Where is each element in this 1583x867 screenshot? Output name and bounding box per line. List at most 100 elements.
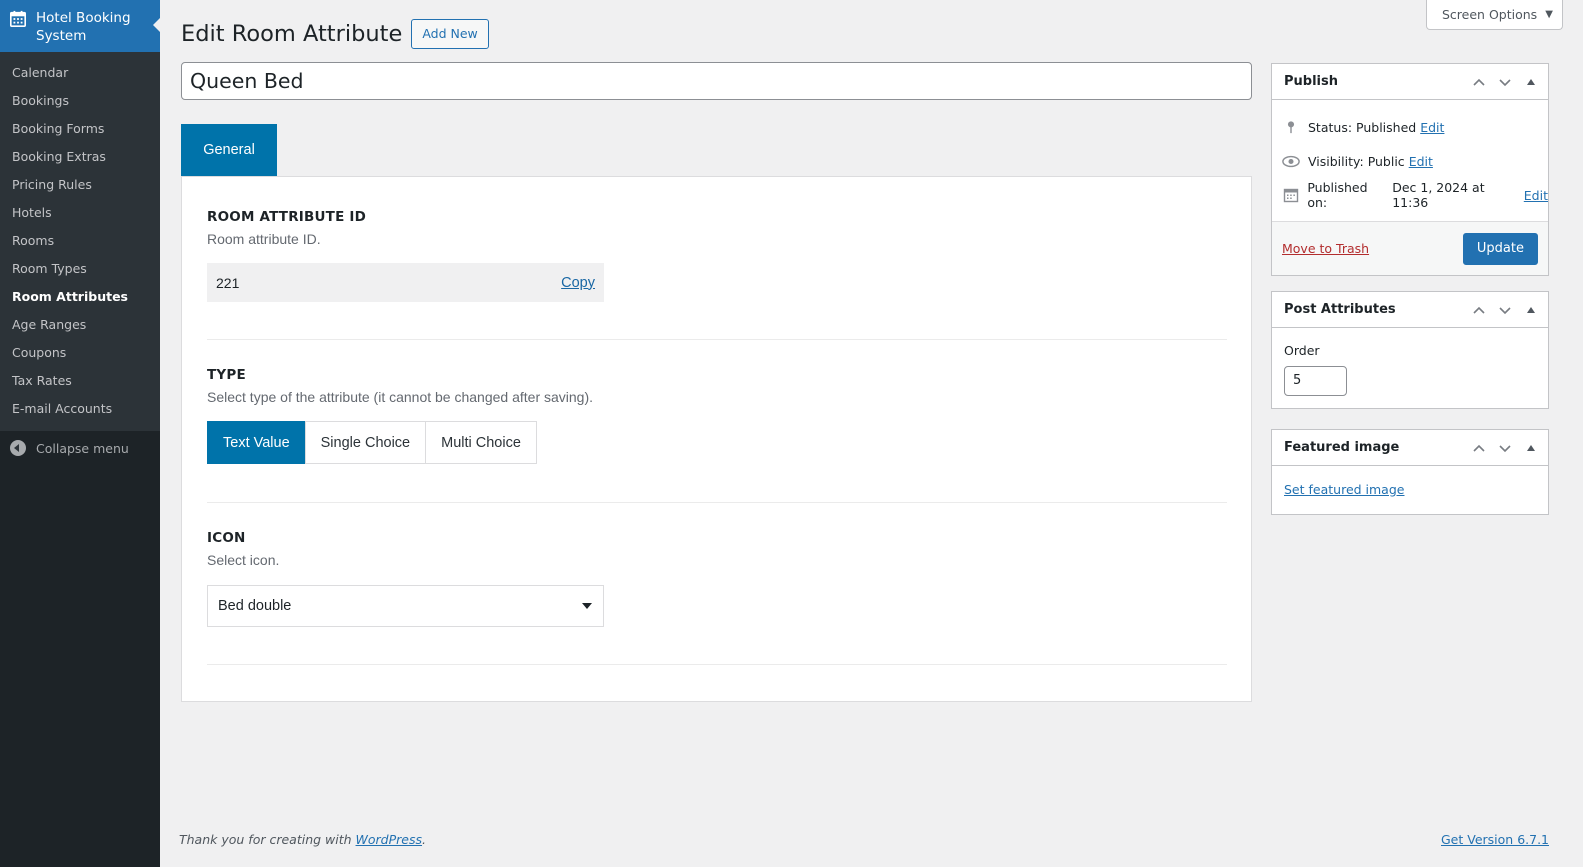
type-option-multi-choice[interactable]: Multi Choice bbox=[425, 421, 537, 464]
box-controls bbox=[1466, 430, 1544, 466]
submenu: Calendar Bookings Booking Forms Booking … bbox=[0, 52, 160, 431]
published-on-row: Published on: Dec 1, 2024 at 11:36 Edit bbox=[1272, 178, 1548, 212]
visibility-label: Visibility: bbox=[1308, 153, 1364, 169]
status-row: Status: Published Edit bbox=[1272, 110, 1548, 144]
submenu-item-pricing-rules[interactable]: Pricing Rules bbox=[0, 171, 160, 199]
status-value: Published bbox=[1356, 119, 1417, 135]
post-title-input[interactable]: Queen Bed bbox=[181, 62, 1252, 100]
edit-date-link[interactable]: Edit bbox=[1524, 188, 1548, 203]
admin-sidebar: Hotel Booking System Calendar Bookings B… bbox=[0, 0, 161, 867]
dropdown-caret-icon bbox=[582, 603, 592, 609]
field-label: ROOM ATTRIBUTE ID bbox=[207, 209, 367, 225]
divider bbox=[207, 339, 1227, 340]
type-option-single-choice[interactable]: Single Choice bbox=[304, 421, 427, 464]
field-label: ICON bbox=[207, 530, 246, 546]
featured-image-box: Featured image Set featured image bbox=[1271, 429, 1549, 515]
menu-item-hotel-booking[interactable]: Hotel Booking System bbox=[0, 0, 161, 52]
submenu-item-email-accounts[interactable]: E-mail Accounts bbox=[0, 395, 160, 423]
divider bbox=[207, 502, 1227, 503]
divider bbox=[207, 664, 1227, 665]
footer-thanks-text: Thank you for creating with bbox=[179, 832, 352, 847]
field-label: TYPE bbox=[207, 367, 246, 383]
submenu-item-calendar[interactable]: Calendar bbox=[0, 59, 160, 87]
footer-period: . bbox=[422, 832, 426, 847]
field-icon: ICON Select icon. Bed double bbox=[207, 530, 1227, 627]
edit-visibility-link[interactable]: Edit bbox=[1409, 154, 1433, 169]
set-featured-image-link[interactable]: Set featured image bbox=[1272, 466, 1548, 514]
submenu-item-tax-rates[interactable]: Tax Rates bbox=[0, 367, 160, 395]
edit-status-link[interactable]: Edit bbox=[1420, 120, 1444, 135]
footer-thanks: Thank you for creating with WordPress. bbox=[179, 832, 426, 847]
field-description: Room attribute ID. bbox=[207, 231, 321, 247]
status-label: Status: bbox=[1308, 119, 1353, 135]
type-option-text-value[interactable]: Text Value bbox=[207, 421, 306, 464]
post-attributes-box: Post Attributes Order 5 bbox=[1271, 291, 1549, 409]
visibility-row: Visibility: Public Edit bbox=[1272, 144, 1548, 178]
post-attributes-title: Post Attributes bbox=[1284, 302, 1396, 317]
post-attributes-header: Post Attributes bbox=[1272, 292, 1548, 328]
box-controls bbox=[1466, 292, 1544, 328]
publish-actions: Move to Trash Update bbox=[1272, 221, 1548, 275]
chevron-up-icon[interactable] bbox=[1466, 430, 1492, 466]
screen-options-button[interactable]: Screen Options ▼ bbox=[1426, 0, 1563, 30]
publish-box: Publish Status: Published Edit Visibilit… bbox=[1271, 63, 1549, 276]
order-label: Order bbox=[1284, 343, 1320, 358]
submenu-item-coupons[interactable]: Coupons bbox=[0, 339, 160, 367]
update-button[interactable]: Update bbox=[1462, 232, 1538, 265]
submenu-item-booking-forms[interactable]: Booking Forms bbox=[0, 115, 160, 143]
add-new-button[interactable]: Add New bbox=[411, 19, 489, 49]
move-to-trash-link[interactable]: Move to Trash bbox=[1282, 241, 1369, 256]
featured-image-header: Featured image bbox=[1272, 430, 1548, 466]
page-title: Edit Room Attribute bbox=[181, 21, 403, 47]
toggle-arrow-icon[interactable] bbox=[1518, 292, 1544, 328]
type-selector: Text Value Single Choice Multi Choice bbox=[207, 421, 537, 464]
visibility-value: Public bbox=[1367, 153, 1405, 169]
submenu-item-room-types[interactable]: Room Types bbox=[0, 255, 160, 283]
eye-icon bbox=[1282, 152, 1300, 170]
field-description: Select icon. bbox=[207, 552, 280, 568]
icon-select-value: Bed double bbox=[218, 598, 292, 614]
id-display: 221 Copy bbox=[207, 263, 604, 302]
icon-select[interactable]: Bed double bbox=[207, 585, 604, 627]
collapse-menu-label: Collapse menu bbox=[36, 440, 129, 456]
collapse-arrow-icon bbox=[10, 440, 26, 456]
publish-box-body: Status: Published Edit Visibility: Publi… bbox=[1272, 100, 1548, 275]
publish-box-header: Publish bbox=[1272, 64, 1548, 100]
toggle-arrow-icon[interactable] bbox=[1518, 430, 1544, 466]
featured-image-title: Featured image bbox=[1284, 440, 1400, 455]
get-version-link[interactable]: Get Version 6.7.1 bbox=[1441, 832, 1549, 847]
box-controls bbox=[1466, 64, 1544, 100]
field-room-attribute-id: ROOM ATTRIBUTE ID Room attribute ID. 221… bbox=[207, 209, 1227, 302]
chevron-up-icon[interactable] bbox=[1466, 292, 1492, 328]
submenu-item-age-ranges[interactable]: Age Ranges bbox=[0, 311, 160, 339]
id-value: 221 bbox=[216, 274, 240, 291]
submenu-item-room-attributes[interactable]: Room Attributes bbox=[0, 283, 160, 311]
order-input[interactable]: 5 bbox=[1284, 366, 1347, 396]
field-type: TYPE Select type of the attribute (it ca… bbox=[207, 367, 1227, 464]
published-value: Dec 1, 2024 at 11:36 bbox=[1392, 180, 1485, 210]
menu-title: Hotel Booking System bbox=[36, 10, 131, 44]
calendar-icon bbox=[9, 10, 27, 28]
wordpress-link[interactable]: WordPress bbox=[356, 832, 422, 847]
settings-panel: ROOM ATTRIBUTE ID Room attribute ID. 221… bbox=[181, 176, 1252, 702]
screen-options-label: Screen Options bbox=[1442, 7, 1538, 22]
submenu-item-bookings[interactable]: Bookings bbox=[0, 87, 160, 115]
publish-box-title: Publish bbox=[1284, 74, 1338, 89]
chevron-down-icon[interactable] bbox=[1492, 292, 1518, 328]
chevron-down-icon[interactable] bbox=[1492, 64, 1518, 100]
page-header: Edit Room Attribute Add New bbox=[181, 19, 489, 49]
tab-general[interactable]: General bbox=[181, 124, 277, 176]
pin-icon bbox=[1282, 118, 1300, 136]
field-description: Select type of the attribute (it cannot … bbox=[207, 389, 594, 405]
submenu-item-rooms[interactable]: Rooms bbox=[0, 227, 160, 255]
published-label: Published on: bbox=[1307, 180, 1368, 210]
collapse-menu-button[interactable]: Collapse menu bbox=[0, 431, 160, 456]
copy-button[interactable]: Copy bbox=[561, 275, 595, 291]
submenu-item-hotels[interactable]: Hotels bbox=[0, 199, 160, 227]
dropdown-arrow-icon: ▼ bbox=[1545, 9, 1553, 20]
toggle-arrow-icon[interactable] bbox=[1518, 64, 1544, 100]
chevron-up-icon[interactable] bbox=[1466, 64, 1492, 100]
submenu-item-booking-extras[interactable]: Booking Extras bbox=[0, 143, 160, 171]
chevron-down-icon[interactable] bbox=[1492, 430, 1518, 466]
calendar-small-icon bbox=[1282, 186, 1299, 204]
